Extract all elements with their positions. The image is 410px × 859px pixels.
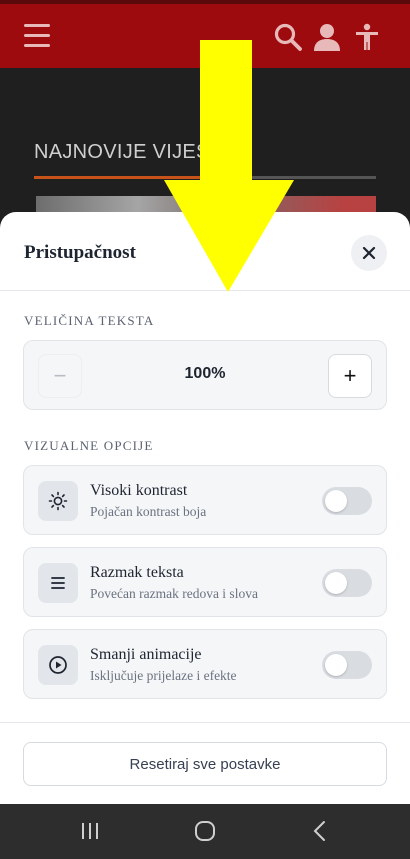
high-contrast-toggle[interactable] xyxy=(322,487,372,515)
sheet-divider xyxy=(0,722,410,723)
hamburger-menu-icon[interactable] xyxy=(24,24,50,48)
text-spacing-toggle[interactable] xyxy=(322,569,372,597)
home-icon[interactable] xyxy=(185,816,225,846)
sheet-title: Pristupačnost xyxy=(24,242,136,263)
close-button[interactable] xyxy=(351,235,387,271)
section-underline xyxy=(34,176,376,179)
option-title: Razmak teksta xyxy=(90,564,184,581)
sun-icon xyxy=(38,481,78,521)
screen: NAJNOVIJE VIJESTI Pristupačnost VELIČINA… xyxy=(0,0,410,859)
option-title: Smanji animacije xyxy=(90,646,202,663)
section-title: NAJNOVIJE VIJESTI xyxy=(34,141,229,163)
play-circle-icon xyxy=(38,645,78,685)
option-subtitle: Pojačan kontrast boja xyxy=(90,504,207,519)
accessibility-sheet: Pristupačnost VELIČINA TEKSTA − 100% + V… xyxy=(0,212,410,804)
reduce-animations-toggle[interactable] xyxy=(322,651,372,679)
lines-icon xyxy=(38,563,78,603)
accessibility-icon[interactable] xyxy=(352,22,382,52)
text-size-label: VELIČINA TEKSTA xyxy=(24,313,155,328)
increase-text-button[interactable]: + xyxy=(328,354,372,398)
option-title: Visoki kontrast xyxy=(90,482,188,499)
recent-apps-icon[interactable] xyxy=(70,816,110,846)
visual-options-label: VIZUALNE OPCIJE xyxy=(24,438,154,453)
close-icon xyxy=(362,246,376,260)
option-subtitle: Povećan razmak redova i slova xyxy=(90,586,258,601)
user-icon[interactable] xyxy=(312,22,342,52)
text-spacing-option[interactable]: Razmak teksta Povećan razmak redova i sl… xyxy=(23,547,387,617)
search-icon[interactable] xyxy=(273,22,303,52)
system-nav-bar xyxy=(0,804,410,859)
sheet-divider xyxy=(0,290,410,291)
reduce-animations-option[interactable]: Smanji animacije Isključuje prijelaze i … xyxy=(23,629,387,699)
site-header xyxy=(0,0,410,68)
text-size-control: − 100% + xyxy=(23,340,387,410)
option-subtitle: Isključuje prijelaze i efekte xyxy=(90,668,237,683)
high-contrast-option[interactable]: Visoki kontrast Pojačan kontrast boja xyxy=(23,465,387,535)
back-icon[interactable] xyxy=(300,816,340,846)
reset-settings-button[interactable]: Resetiraj sve postavke xyxy=(23,742,387,786)
